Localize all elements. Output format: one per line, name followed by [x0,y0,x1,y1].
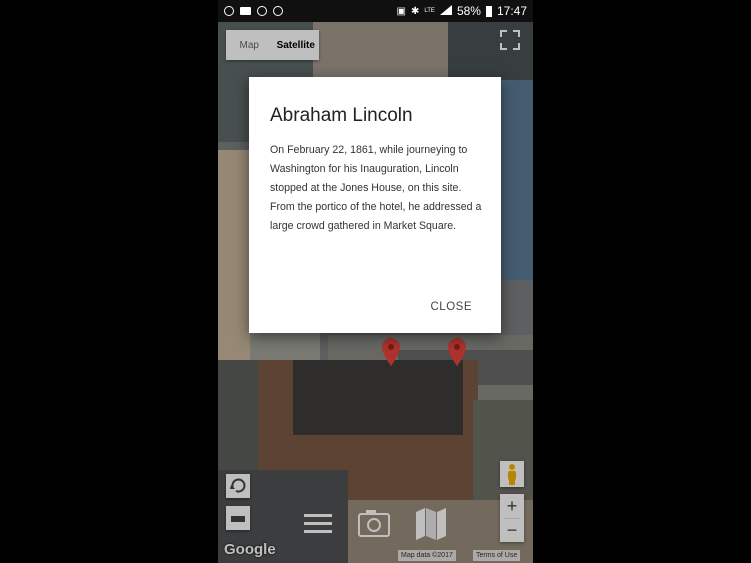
alarm-icon: ▣ [396,5,406,17]
messenger-icon [257,6,267,16]
info-dialog: Abraham Lincoln On February 22, 1861, wh… [249,77,501,333]
close-button[interactable]: CLOSE [431,301,473,313]
battery-icon [485,5,492,17]
dialog-body: On February 22, 1861, while journeying t… [270,144,482,232]
status-bar: ▣ ✱ LTE 58% 17:47 [218,0,533,22]
dialog-title: Abraham Lincoln [270,105,413,126]
network-type: LTE [424,8,435,14]
clock: 17:47 [496,4,527,18]
signal-icon [439,4,452,18]
battery-level: 58% [456,4,481,18]
chat-icon [273,6,283,16]
do-not-disturb-icon [224,6,234,16]
phone-screen: ▣ ✱ LTE 58% 17:47 Map Satellite + − Goog… [218,0,533,563]
video-icon [240,7,251,15]
bluetooth-icon: ✱ [410,5,420,17]
